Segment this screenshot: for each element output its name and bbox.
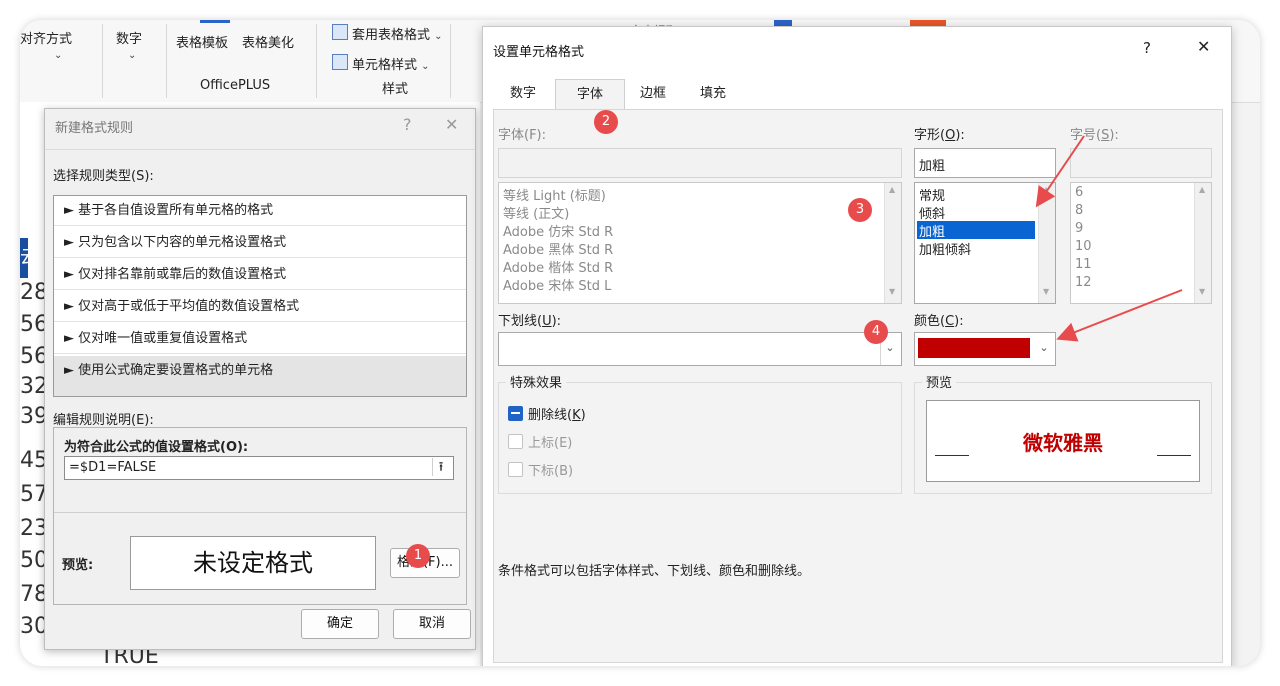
arrow-to-color (1056, 289, 1183, 342)
annotation-arrows (1035, 135, 1183, 342)
screenshot-frame: 对齐方式 ⌄ 数字 ⌄ 表格模板 表格美化 OfficePLUS 套用表格格式 … (20, 20, 1260, 666)
arrow-to-bold (1035, 135, 1085, 208)
